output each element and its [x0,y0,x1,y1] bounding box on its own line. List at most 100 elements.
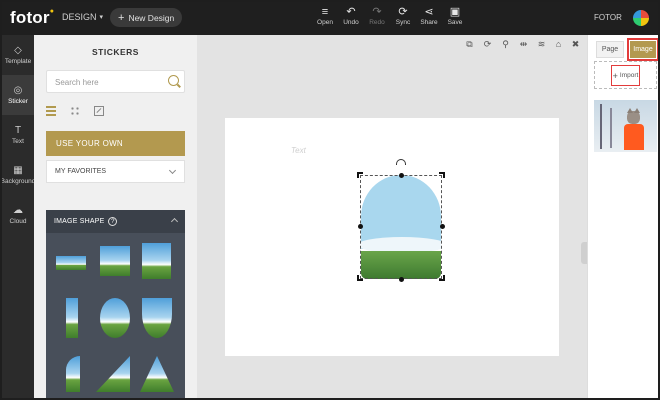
chevron-down-icon: ▾ [99,14,104,21]
shape-quarter-circle[interactable] [66,356,80,392]
resize-handle-top[interactable] [399,173,404,178]
view-toggle [46,106,104,116]
resize-handle-left[interactable] [358,224,363,229]
new-design-label: New Design [128,12,175,23]
chevron-up-icon [170,217,179,226]
image-shape-section: IMAGE SHAPE ? [46,210,185,398]
chevron-down-icon [168,166,177,175]
shape-ellipse[interactable] [100,298,130,338]
shape-narrow-rect[interactable] [66,298,78,338]
toolbar: ≡ Open ↶ Undo ↷ Redo ⟳ Sync ⋖ Share ▣ Save [312,5,468,26]
plus-icon: + [118,11,125,24]
plus-icon: + [612,70,618,81]
user-name[interactable]: FOTOR [594,13,622,22]
shape-triangle-left[interactable] [96,356,130,392]
right-panel: Page Image + Import [587,35,658,398]
sync-icon: ⟳ [398,6,408,18]
toolbar-label: Share [420,19,438,26]
nav-item-background[interactable]: ▦ Background [0,155,36,195]
tab-image[interactable]: Image [627,38,658,61]
selection-box [360,175,442,279]
flip-icon[interactable]: ⇹ [519,40,528,49]
grid-view-icon[interactable] [70,106,80,116]
image-shape-label: IMAGE SHAPE [54,218,105,225]
resize-handle-bottom[interactable] [399,277,404,282]
shape-triangle[interactable] [140,356,174,392]
nav-item-label: Text [12,138,24,145]
my-favorites-dropdown[interactable]: MY FAVORITES [46,160,185,183]
thumb-ear [634,108,640,113]
frame-view-icon[interactable] [94,106,104,116]
text-icon: T [14,125,22,136]
toolbar-label: Save [447,19,463,26]
list-view-icon[interactable] [46,106,56,116]
menu-icon: ≡ [321,6,329,18]
search-icon[interactable]: ⚲ [501,40,510,49]
search-box [46,70,185,93]
toolbar-label: Open [317,19,333,26]
new-design-button[interactable]: + New Design [110,8,183,27]
toolbar-open-button[interactable]: ≡ Open [312,5,338,26]
shape-half-circle[interactable] [142,298,172,338]
toolbar-label: Undo [343,19,359,26]
resize-corner-br[interactable] [439,275,445,281]
copy-icon[interactable]: ⧉ [465,40,474,49]
toolbar-save-button[interactable]: ▣ Save [442,5,468,26]
stickers-panel: STICKERS USE YOUR OWN MY FAVORITES IMAGE… [34,35,197,398]
resize-handle-right[interactable] [440,224,445,229]
import-label: Import [619,72,639,79]
redo-icon: ↷ [372,6,382,18]
thumb-body [624,124,644,150]
nav-item-cloud[interactable]: ☁ Cloud [2,195,34,235]
nav-item-label: Template [4,58,32,65]
import-button[interactable]: + Import [611,65,640,86]
search-icon[interactable] [168,75,179,86]
toolbar-sync-button[interactable]: ⟳ Sync [390,5,416,26]
toolbar-undo-button[interactable]: ↶ Undo [338,5,364,26]
nav-item-sticker[interactable]: ◎ Sticker [2,75,34,115]
tab-page[interactable]: Page [596,41,624,58]
shape-wide-rect[interactable] [56,256,86,270]
lock-icon[interactable]: ⌂ [554,40,563,49]
canvas-text-element[interactable]: Text [291,146,306,155]
uploaded-image-thumbnail[interactable] [594,100,657,152]
save-icon: ▣ [449,6,461,18]
refresh-icon[interactable]: ⟳ [483,40,492,49]
nav-item-label: Cloud [9,218,27,225]
thumb-pole [600,104,602,149]
toolbar-share-button[interactable]: ⋖ Share [416,5,442,26]
nav-item-label: Background [0,178,36,185]
trash-icon[interactable]: ✖ [571,40,580,49]
left-nav: ◇ Template ◎ Sticker T Text ▦ Background ☁ Cloud [0,35,36,398]
toolbar-label: Redo [369,19,385,26]
use-your-own-button[interactable]: USE YOUR OWN [46,131,185,156]
my-favorites-label: MY FAVORITES [55,168,107,175]
top-bar: fotor● DESIGN ▾ + New Design ≡ Open ↶ Undo ↷… [2,2,658,35]
help-icon[interactable]: ? [108,217,118,226]
template-icon: ◇ [14,45,22,56]
sticker-icon: ◎ [13,85,23,96]
toolbar-redo-button[interactable]: ↷ Redo [364,5,390,26]
image-shape-header[interactable]: IMAGE SHAPE ? [46,210,185,233]
design-menu-label: DESIGN [62,12,97,22]
fotor-logo[interactable]: fotor● [10,8,54,28]
cloud-icon: ☁ [13,205,23,216]
nav-item-text[interactable]: T Text [2,115,34,155]
resize-corner-tr[interactable] [439,172,445,178]
resize-corner-tl[interactable] [357,172,363,178]
nav-item-template[interactable]: ◇ Template [2,35,34,75]
thumb-pole-2 [610,108,612,148]
shape-rect[interactable] [100,246,130,276]
thumb-ear [627,108,633,113]
resize-corner-bl[interactable] [357,275,363,281]
toolbar-label: Sync [395,19,411,26]
search-input[interactable] [55,75,160,89]
nav-item-label: Sticker [8,98,28,105]
shape-tall-rect[interactable] [142,243,171,279]
rotate-icon[interactable] [396,159,406,165]
canvas-toolbar: ⧉ ⟳ ⚲ ⇹ ≋ ⌂ ✖ [197,35,587,55]
layers-icon[interactable]: ≋ [537,40,546,49]
design-menu[interactable]: DESIGN ▾ [62,12,103,22]
avatar[interactable] [633,10,649,26]
share-icon: ⋖ [424,6,434,18]
